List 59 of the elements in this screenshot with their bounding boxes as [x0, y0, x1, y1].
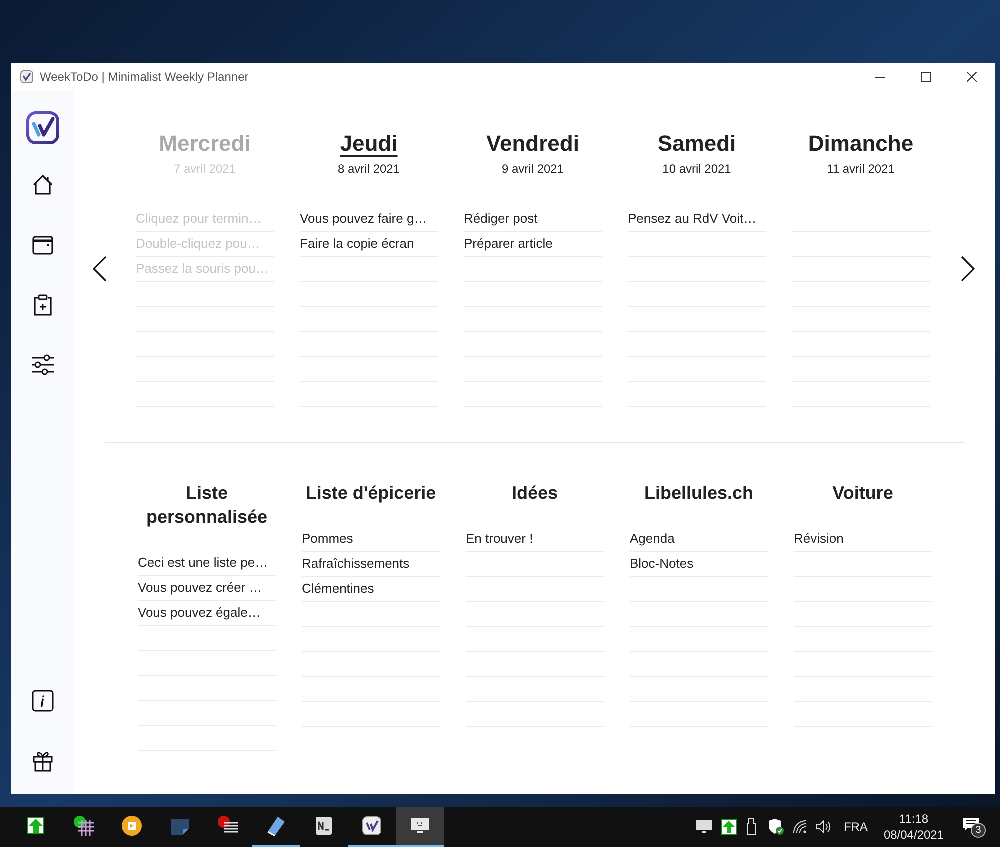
usb-drive-icon[interactable] — [746, 818, 758, 836]
close-icon — [967, 72, 977, 82]
task-item[interactable]: Bloc-Notes — [630, 554, 694, 574]
sliders-icon[interactable] — [30, 354, 54, 376]
list-title: Voiture — [832, 482, 894, 505]
gift-icon[interactable] — [32, 750, 54, 772]
window-title: WeekToDo | Minimalist Weekly Planner — [40, 69, 249, 86]
clock-time: 11:18 — [899, 811, 929, 827]
calendar-icon[interactable] — [32, 234, 54, 256]
clock-date: 08/04/2021 — [884, 827, 944, 843]
notifications-button[interactable]: 3 — [962, 815, 986, 839]
day-date: 7 avril 2021 — [174, 161, 236, 177]
maximize-icon — [921, 72, 931, 82]
day-date: 11 avril 2021 — [827, 161, 895, 177]
task-item[interactable]: Agenda — [630, 529, 675, 549]
clock[interactable]: 11:18 08/04/2021 — [884, 811, 944, 843]
day-title: Vendredi — [486, 130, 580, 158]
task-item[interactable]: Faire la copie écran — [300, 234, 414, 254]
play-icon — [120, 814, 144, 838]
upload-arrow-icon[interactable] — [720, 819, 737, 835]
app-logo-icon — [20, 70, 34, 84]
task-item[interactable]: Pommes — [302, 529, 354, 549]
day-date: 9 avril 2021 — [502, 161, 564, 177]
task-item[interactable]: Révision — [794, 529, 844, 549]
task-item[interactable]: Vous pouvez faire g… — [300, 209, 428, 229]
list-title: Libellules.ch — [643, 482, 755, 505]
info-icon[interactable] — [32, 690, 54, 712]
list-title: Idées — [510, 482, 560, 505]
list-title: Liste d'épicerie — [304, 482, 438, 505]
task-item[interactable]: Préparer article — [464, 234, 553, 254]
input-language[interactable]: FRA — [844, 818, 868, 836]
list-title: Liste personnalisée — [145, 482, 269, 529]
notification-count: 3 — [971, 823, 986, 838]
day-title: Jeudi — [340, 130, 398, 158]
task-item[interactable]: En trouver ! — [466, 529, 534, 549]
taskbar-app-button[interactable] — [396, 807, 444, 847]
task-item[interactable]: Ceci est une liste pe… — [138, 553, 268, 573]
shield-icon[interactable] — [768, 818, 784, 836]
grid-icon — [72, 814, 96, 838]
task-item[interactable]: Vous pouvez égale… — [138, 603, 261, 623]
day-title: Samedi — [658, 130, 736, 158]
day-title: Dimanche — [808, 130, 914, 158]
clipboard-plus-icon[interactable] — [32, 294, 54, 316]
chevron-right-icon — [961, 256, 975, 282]
wifi-icon[interactable] — [792, 820, 808, 834]
chevron-left-icon — [93, 256, 107, 282]
checkmark-app-icon — [360, 814, 384, 838]
home-icon[interactable] — [32, 174, 54, 196]
monitor-icon[interactable] — [696, 820, 712, 834]
task-item[interactable]: Vous pouvez créer … — [138, 578, 262, 598]
day-title: Mercredi — [159, 130, 251, 158]
task-item[interactable]: Rafraîchissements — [302, 554, 410, 574]
day-date: 10 avril 2021 — [662, 161, 732, 177]
task-item[interactable]: Clémentines — [302, 579, 374, 599]
task-item[interactable]: Pensez au RdV Voit… — [628, 209, 757, 229]
app-logo-icon[interactable] — [26, 111, 60, 145]
task-item[interactable]: Rédiger post — [464, 209, 538, 229]
volume-icon[interactable] — [816, 820, 832, 834]
day-date: 8 avril 2021 — [338, 161, 400, 177]
